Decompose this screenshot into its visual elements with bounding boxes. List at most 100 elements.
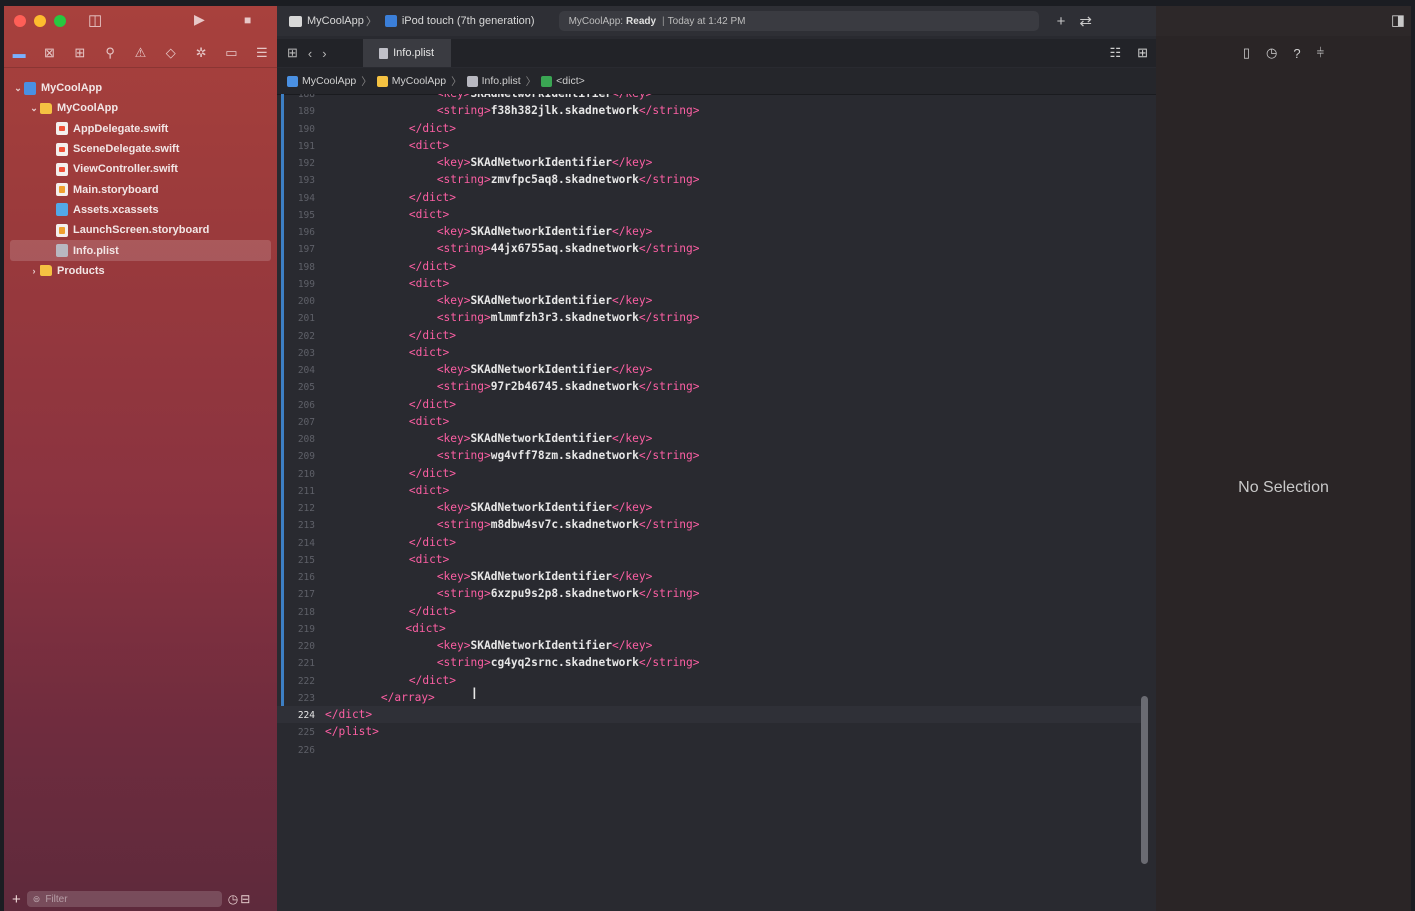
stop-icon[interactable]: ■ [244, 13, 251, 27]
related-items-icon[interactable]: ⊞ [287, 45, 298, 61]
tree-item-file-selected[interactable]: Info.plist [10, 240, 271, 261]
issue-icon[interactable]: ⚠ [129, 45, 151, 61]
scheme-selector[interactable]: MyCoolApp 〉 iPod touch (7th generation) [289, 13, 535, 29]
inspector-toggle-icon[interactable]: ◨ [1391, 11, 1405, 29]
test-icon[interactable]: ◇ [160, 45, 182, 61]
tree-item-file[interactable]: LaunchScreen.storyboard [4, 220, 277, 240]
source-control-filter-icon[interactable]: ⊟ [240, 892, 250, 906]
code-line[interactable]: 188<key>SKAdNetworkIdentifier</key> [277, 94, 1143, 102]
add-icon[interactable]: + [12, 891, 21, 908]
add-library-icon[interactable]: + [1057, 13, 1066, 30]
back-icon[interactable]: ‹ [308, 46, 312, 61]
code-line[interactable]: 205 <string>97r2b46745.skadnetwork</strin… [277, 378, 1143, 395]
code-line[interactable]: 199 <dict> [277, 275, 1143, 292]
forward-icon[interactable]: › [322, 46, 326, 61]
disclosure-expanded-icon[interactable]: ⌄ [28, 103, 40, 114]
code-line[interactable]: 194 </dict> [277, 189, 1143, 206]
code-line[interactable]: 222 </dict> [277, 672, 1143, 689]
jump-bar-item[interactable]: MyCoolApp [376, 75, 446, 87]
code-line[interactable]: 203 <dict> [277, 344, 1143, 361]
report-icon[interactable]: ☰ [251, 45, 273, 61]
file-inspector-icon[interactable]: ▯ [1243, 45, 1250, 61]
tab-info-plist[interactable]: Info.plist [362, 39, 451, 67]
tree-item-file[interactable]: ViewController.swift [4, 159, 277, 179]
breakpoint-icon[interactable]: ▭ [220, 45, 242, 61]
swap-icon[interactable]: ⇄ [1079, 12, 1092, 30]
run-destination[interactable]: iPod touch (7th generation) [402, 15, 535, 27]
jump-bar-item[interactable]: MyCoolApp [277, 75, 356, 87]
code-line[interactable]: 223 </array> [277, 689, 1143, 706]
tree-item-group[interactable]: ⌄ MyCoolApp [4, 98, 277, 118]
code-line[interactable]: 220 <key>SKAdNetworkIdentifier</key> [277, 637, 1143, 654]
editor-scrollbar[interactable] [1141, 696, 1148, 864]
history-icon[interactable]: ◷ [1266, 45, 1277, 61]
code-line[interactable]: 189 <string>f38h382jlk.skadnetwork</strin… [277, 102, 1143, 119]
code-line[interactable]: 208 <key>SKAdNetworkIdentifier</key> [277, 430, 1143, 447]
code-line[interactable]: 197 <string>44jx6755aq.skadnetwork</strin… [277, 240, 1143, 257]
jump-bar-item[interactable]: <dict> [541, 75, 585, 87]
folder-icon[interactable]: ▬ [8, 46, 30, 61]
code-line[interactable]: 191 <dict> [277, 137, 1143, 154]
code-line[interactable]: 219 <dict> [277, 620, 1143, 637]
project-icon [287, 75, 298, 87]
code-line[interactable]: 202 </dict> [277, 327, 1143, 344]
add-editor-icon[interactable]: ⊞ [1137, 45, 1148, 61]
debug-icon[interactable]: ✲ [190, 45, 212, 61]
code-line[interactable]: 213 <string>m8dbw4sv7c.skadnetwork</strin… [277, 516, 1143, 533]
code-line[interactable]: 226 [277, 741, 1143, 758]
code-line[interactable]: 225 </plist> [277, 723, 1143, 740]
line-number: 194 [297, 192, 315, 204]
code-line[interactable]: 215 <dict> [277, 551, 1143, 568]
disclosure-expanded-icon[interactable]: ⌄ [12, 83, 24, 94]
code-line[interactable]: 209 <string>wg4vff78zm.skadnetwork</strin… [277, 447, 1143, 464]
tree-item-file[interactable]: Main.storyboard [4, 179, 277, 199]
code-line[interactable]: 198 </dict> [277, 258, 1143, 275]
code-line[interactable]: 224 </dict> [277, 706, 1143, 724]
tree-item-file[interactable]: SceneDelegate.swift [4, 139, 277, 159]
attributes-icon[interactable]: ⫩ [1317, 45, 1324, 61]
tree-item-file[interactable]: AppDelegate.swift [4, 119, 277, 139]
code-line[interactable]: 217 <string>6xzpu9s2p8.skadnetwork</strin… [277, 585, 1143, 602]
code-line[interactable]: 196 <key>SKAdNetworkIdentifier</key> [277, 223, 1143, 240]
run-icon[interactable]: ▶ [194, 11, 205, 28]
close-window-button[interactable] [14, 15, 26, 27]
code-line[interactable]: 192 <key>SKAdNetworkIdentifier</key> [277, 154, 1143, 171]
code-line[interactable]: 212 <key>SKAdNetworkIdentifier</key> [277, 499, 1143, 516]
code-line[interactable]: 211 <dict> [277, 482, 1143, 499]
line-number: 192 [297, 158, 315, 169]
code-line[interactable]: 190 </dict> [277, 120, 1143, 137]
zoom-window-button[interactable] [54, 15, 66, 27]
symbol-icon[interactable]: ⊞ [69, 45, 91, 61]
help-icon[interactable]: ? [1293, 46, 1300, 61]
tree-item-project[interactable]: ⌄ MyCoolApp [4, 78, 277, 98]
code-line[interactable]: 195 <dict> [277, 206, 1143, 223]
tree-item-group[interactable]: › Products [4, 261, 277, 281]
disclosure-collapsed-icon[interactable]: › [28, 266, 40, 276]
code-line[interactable]: 218 </dict> [277, 603, 1143, 620]
sidebar-toggle-icon[interactable]: ◫ [88, 11, 102, 29]
editor-options-icon[interactable]: ☷ [1109, 45, 1121, 61]
code-line[interactable]: 201 <string>mlmmfzh3r3.skadnetwork</strin… [277, 309, 1143, 326]
filter-options-icon[interactable]: ⊜ [33, 894, 41, 905]
recent-files-icon[interactable]: ◷ [228, 892, 238, 906]
code-line[interactable]: 216 <key>SKAdNetworkIdentifier</key> [277, 568, 1143, 585]
minimize-window-button[interactable] [34, 15, 46, 27]
code-line[interactable]: 193 <string>zmvfpc5aq8.skadnetwork</strin… [277, 171, 1143, 188]
jump-bar-item[interactable]: Info.plist [466, 75, 521, 87]
filter-input[interactable]: ⊜ Filter [26, 891, 222, 907]
code-line[interactable]: 207 <dict> [277, 413, 1143, 430]
code-line[interactable]: 200 <key>SKAdNetworkIdentifier</key> [277, 292, 1143, 309]
source-editor[interactable]: 188<key>SKAdNetworkIdentifier</key> 189 <s… [277, 94, 1143, 911]
code-line[interactable]: 214 </dict> [277, 534, 1143, 551]
code-content: <key>SKAdNetworkIdentifier</key> [437, 223, 653, 240]
code-content: <dict> [405, 620, 445, 637]
line-number: 209 [297, 451, 315, 463]
find-icon[interactable]: ⚲ [99, 45, 121, 61]
source-control-icon[interactable]: ⊠ [38, 45, 60, 61]
code-line[interactable]: 221 <string>cg4yq2srnc.skadnetwork</strin… [277, 654, 1143, 671]
code-line[interactable]: 204 <key>SKAdNetworkIdentifier</key> [277, 361, 1143, 378]
code-line[interactable]: 206 </dict> [277, 396, 1143, 413]
xml-open-tag: <dict> [408, 345, 450, 359]
code-line[interactable]: 210 </dict> [277, 465, 1143, 482]
tree-item-file[interactable]: Assets.xcassets [4, 200, 277, 220]
